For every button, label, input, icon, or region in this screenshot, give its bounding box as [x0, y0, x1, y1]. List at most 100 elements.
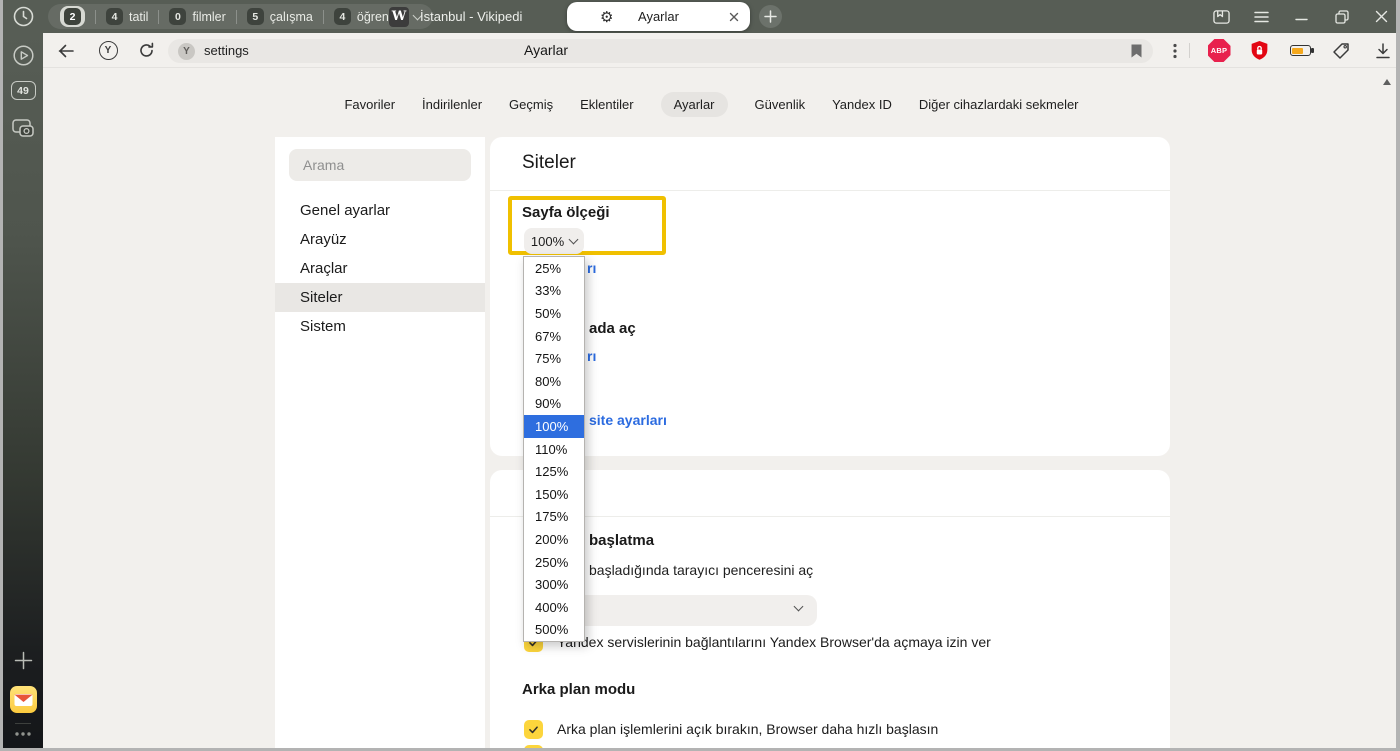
page-favicon: Y — [178, 43, 195, 60]
abp-label: ABP — [1208, 39, 1231, 62]
more-menu-icon[interactable] — [1167, 33, 1183, 68]
scale-option-150[interactable]: 150% — [524, 483, 584, 506]
minimize-icon[interactable] — [1293, 8, 1310, 25]
menu-item-sistem[interactable]: Sistem — [275, 312, 485, 341]
scale-option-80[interactable]: 80% — [524, 370, 584, 393]
tab-close-icon[interactable] — [727, 10, 741, 24]
screenshot-icon[interactable] — [3, 117, 43, 139]
page-scale-dropdown-button[interactable]: 100% — [524, 228, 584, 254]
gear-icon: ⚙ — [600, 8, 613, 26]
adblock-plus-icon[interactable]: ABP — [1207, 33, 1231, 68]
close-icon[interactable] — [1373, 8, 1390, 25]
history-clock-icon[interactable] — [12, 5, 35, 28]
tab-group-filmler[interactable]: 0 filmler — [169, 8, 225, 25]
add-panel-icon[interactable] — [3, 651, 43, 670]
new-tab-button[interactable] — [759, 5, 782, 28]
window-controls — [1213, 0, 1390, 33]
section-heading-fragment: ada aç — [589, 320, 636, 337]
nav-tab-favoriler[interactable]: Favoriler — [344, 92, 395, 117]
nav-tab-eklentiler[interactable]: Eklentiler — [580, 92, 633, 117]
back-icon[interactable] — [55, 33, 77, 68]
wikipedia-favicon: W — [389, 7, 409, 27]
nav-tab-diğer-cihazlardaki-sekmeler[interactable]: Diğer cihazlardaki sekmeler — [919, 92, 1079, 117]
menu-icon[interactable] — [1253, 8, 1270, 25]
url-bar[interactable]: Y settings — [168, 39, 1153, 63]
bookmark-icon[interactable] — [1130, 43, 1143, 64]
collections-tag-icon[interactable] — [1329, 33, 1353, 68]
tab-group-current[interactable]: 2 — [60, 6, 85, 27]
tab-group-label: tatil — [129, 10, 148, 24]
battery-icon[interactable] — [1287, 33, 1313, 68]
scale-option-400[interactable]: 400% — [524, 596, 584, 619]
video-play-icon[interactable] — [3, 44, 43, 67]
page-scale-label: Sayfa ölçeği — [522, 204, 610, 221]
settings-link-fragment[interactable]: rı — [587, 260, 596, 276]
settings-link-fragment[interactable]: rı — [587, 348, 596, 364]
tab-group-separator — [158, 10, 159, 24]
tab-group-count: 5 — [247, 8, 264, 25]
scale-option-250[interactable]: 250% — [524, 551, 584, 574]
checkbox-label[interactable]: Yandex servislerinin bağlantılarını Yand… — [557, 633, 991, 652]
tab-title: Ayarlar — [567, 9, 750, 24]
tab-group-separator — [236, 10, 237, 24]
search-input[interactable]: Arama — [289, 149, 471, 181]
tab-group-çalışma[interactable]: 5çalışma — [247, 8, 313, 25]
tab-group-tatil[interactable]: 4tatil — [106, 8, 148, 25]
tab-title: İstanbul - Vikipedi — [420, 9, 522, 24]
scale-option-50[interactable]: 50% — [524, 302, 584, 325]
scale-option-175[interactable]: 175% — [524, 506, 584, 529]
tab-wikipedia[interactable]: W İstanbul - Vikipedi — [389, 0, 522, 33]
settings-nav: Favoriler İndirilenler Geçmiş Eklentiler Aya… — [43, 92, 1380, 117]
tab-settings[interactable]: ⚙ Ayarlar — [567, 2, 750, 31]
scale-option-300[interactable]: 300% — [524, 573, 584, 596]
checkbox-label[interactable]: Arka plan işlemlerini açık bırakın, Brow… — [557, 720, 938, 739]
checkbox-row[interactable]: Yandex servislerinin bağlantılarını Yand… — [524, 633, 1124, 652]
nav-tab-geçmiş[interactable]: Geçmiş — [509, 92, 553, 117]
tab-group-count: 4 — [334, 8, 351, 25]
scale-option-25[interactable]: 25% — [524, 257, 584, 280]
checkbox-checked-icon[interactable] — [524, 720, 543, 739]
nav-tab-i̇ndirilenler[interactable]: İndirilenler — [422, 92, 482, 117]
menu-item-araçlar[interactable]: Araçlar — [275, 254, 485, 283]
scale-option-125[interactable]: 125% — [524, 460, 584, 483]
scale-option-75[interactable]: 75% — [524, 347, 584, 370]
refresh-icon[interactable] — [135, 33, 157, 68]
system-card: başlatma başladığında tarayıcı penceresi… — [490, 470, 1170, 748]
checkbox-row[interactable]: Arka plan işlemlerini açık bırakın, Brow… — [524, 720, 1124, 739]
restore-icon[interactable] — [1333, 8, 1350, 25]
counter-badge[interactable]: 49 — [3, 81, 43, 100]
nav-tab-güvenlik[interactable]: Güvenlik — [755, 92, 806, 117]
scrollbar-up-arrow[interactable] — [1383, 75, 1391, 85]
page-scale-value: 100% — [531, 234, 564, 249]
tab-group-count: 0 — [169, 8, 186, 25]
scale-option-200[interactable]: 200% — [524, 528, 584, 551]
scale-option-67[interactable]: 67% — [524, 325, 584, 348]
scale-option-100[interactable]: 100% — [524, 415, 584, 438]
yandex-home-icon[interactable]: Y — [97, 33, 119, 68]
left-sidebar: 49 — [3, 33, 43, 748]
scale-option-110[interactable]: 110% — [524, 438, 584, 461]
more-options-icon[interactable] — [3, 731, 43, 737]
protect-shield-icon[interactable] — [1247, 33, 1271, 68]
page-title: Ayarlar — [524, 33, 568, 68]
menu-item-siteler[interactable]: Siteler — [275, 283, 485, 312]
nav-tab-yandex-id[interactable]: Yandex ID — [832, 92, 892, 117]
tab-group-label: filmler — [192, 10, 225, 24]
scale-option-33[interactable]: 33% — [524, 280, 584, 303]
nav-tab-ayarlar[interactable]: Ayarlar — [661, 92, 728, 117]
address-toolbar: Y Y settings Ayarlar ABP — [43, 33, 1396, 68]
side-panel-icon[interactable] — [1213, 8, 1230, 25]
site-settings-link-fragment[interactable]: site ayarları — [589, 412, 667, 428]
menu-item-arayüz[interactable]: Arayüz — [275, 225, 485, 254]
downloads-icon[interactable] — [1371, 33, 1395, 68]
startup-text-fragment: başladığında tarayıcı penceresini aç — [589, 562, 813, 578]
menu-item-genel-ayarlar[interactable]: Genel ayarlar — [275, 196, 485, 225]
checkbox-checked-icon[interactable] — [524, 745, 543, 748]
yandex-mail-icon[interactable] — [3, 686, 43, 713]
scale-option-90[interactable]: 90% — [524, 393, 584, 416]
toolbar-divider — [1189, 43, 1190, 58]
checkbox-row[interactable] — [524, 745, 543, 748]
background-mode-heading: Arka plan modu — [522, 681, 635, 698]
scale-option-500[interactable]: 500% — [524, 619, 584, 642]
settings-menu-list: Genel ayarlarArayüzAraçlarSitelerSistem — [275, 196, 485, 341]
